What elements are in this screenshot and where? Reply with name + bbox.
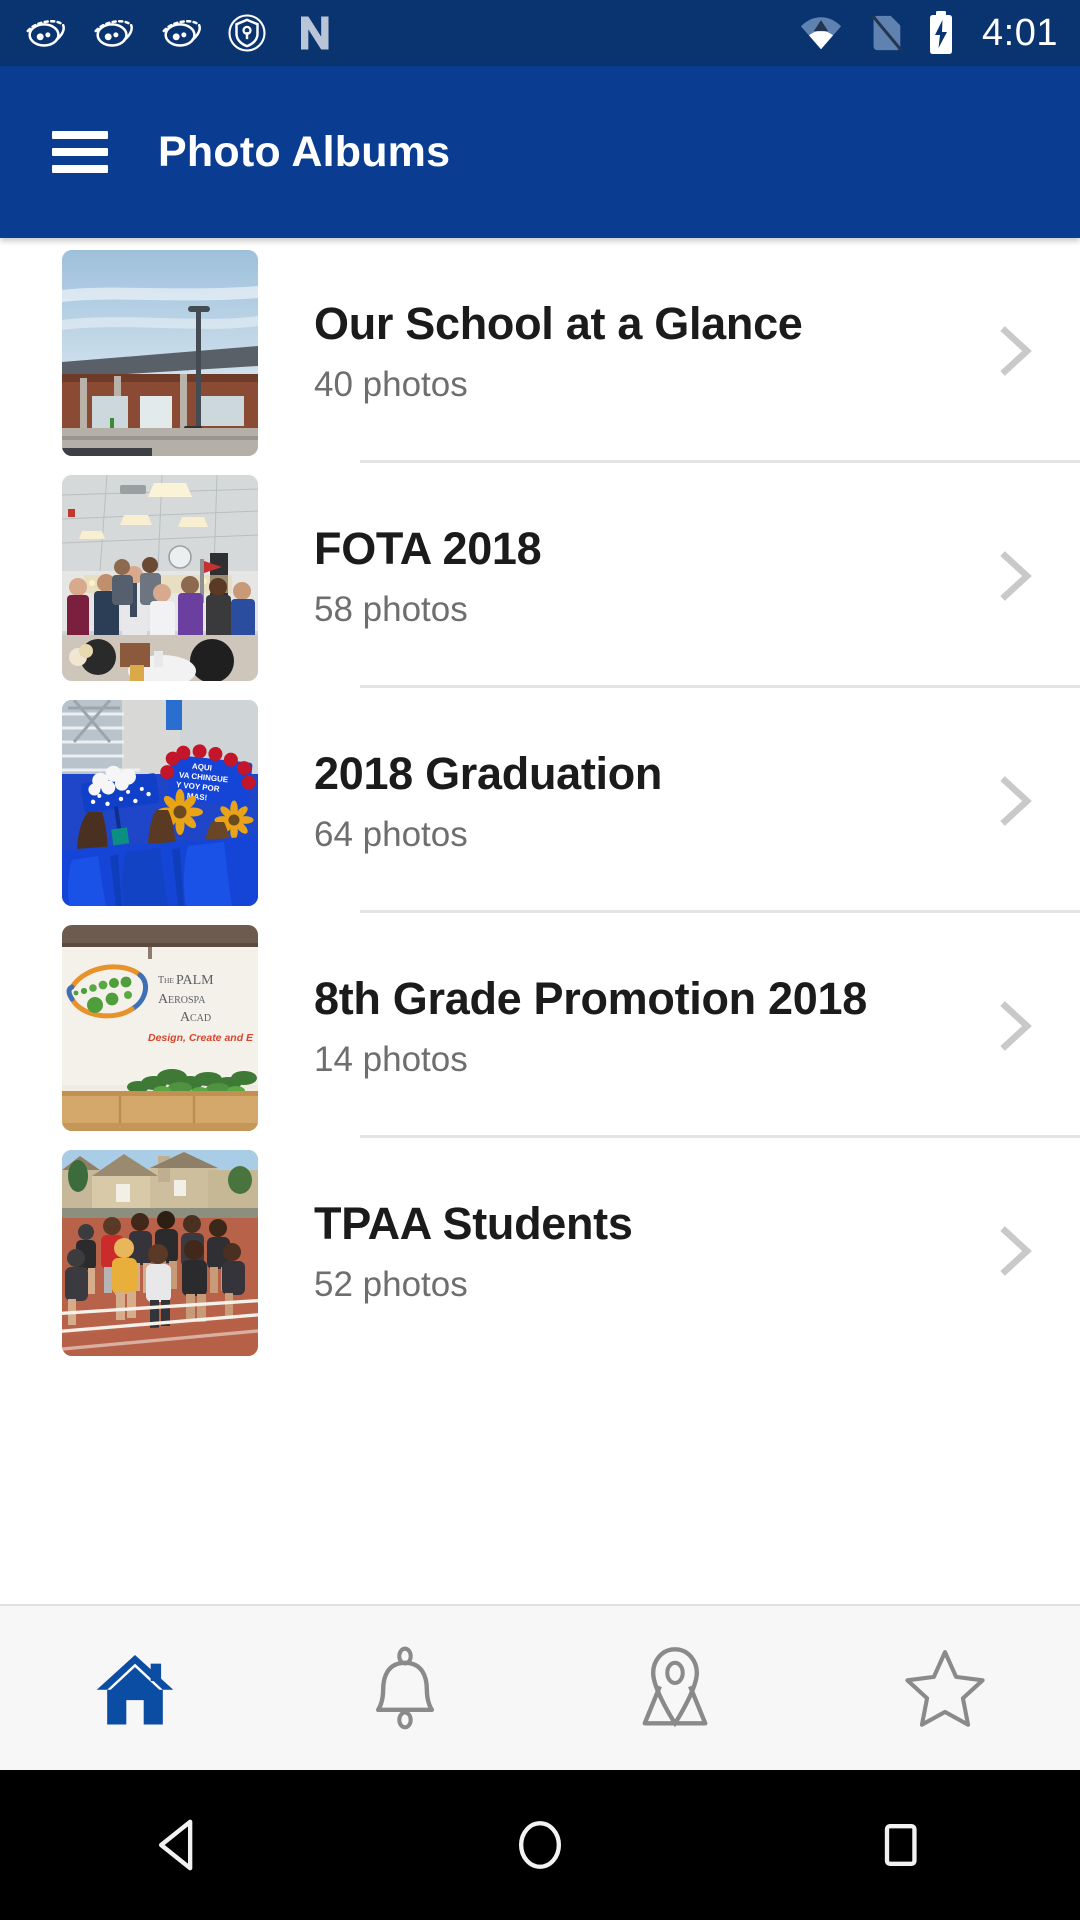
app-header: Photo Albums bbox=[0, 66, 1080, 238]
album-list[interactable]: Our School at a Glance 40 photos FOTA 20… bbox=[0, 238, 1080, 1604]
album-title: FOTA 2018 bbox=[314, 522, 542, 574]
svg-text:HE: HE bbox=[164, 976, 174, 985]
chevron-right-icon[interactable] bbox=[994, 1225, 1038, 1277]
hamburger-bar bbox=[52, 165, 108, 173]
album-list-item[interactable]: Our School at a Glance 40 photos bbox=[0, 238, 1080, 463]
planet-notification-icon bbox=[94, 20, 133, 47]
bottom-tab-bar bbox=[0, 1604, 1080, 1770]
album-photo-count: 40 photos bbox=[314, 365, 468, 405]
album-thumbnail-graduation-caps: AQUI VA CHINGUE Y VOY POR MAS! bbox=[62, 700, 258, 906]
album-photo-count: 52 photos bbox=[314, 1265, 468, 1305]
svg-text:CAD: CAD bbox=[190, 1013, 211, 1024]
square-recents-icon bbox=[884, 1824, 917, 1866]
chevron-right-icon[interactable] bbox=[994, 1000, 1038, 1052]
album-thumbnail-banquet-group bbox=[62, 475, 258, 681]
android-navigation-bar bbox=[0, 1770, 1080, 1920]
planet-notification-icon bbox=[26, 20, 65, 47]
chevron-right-icon[interactable] bbox=[994, 325, 1038, 377]
map-pin-icon bbox=[642, 1647, 708, 1728]
album-row-text: TPAA Students 52 photos bbox=[314, 1138, 1080, 1363]
chevron-right-icon[interactable] bbox=[994, 550, 1038, 602]
star-icon bbox=[905, 1650, 985, 1727]
album-list-item[interactable]: FOTA 2018 58 photos bbox=[0, 463, 1080, 688]
bell-icon bbox=[375, 1646, 435, 1730]
hamburger-bar bbox=[52, 131, 108, 139]
album-thumbnail-school-building bbox=[62, 250, 258, 456]
album-title: 8th Grade Promotion 2018 bbox=[314, 972, 867, 1024]
no-sim-card-icon bbox=[871, 14, 903, 52]
home-tab[interactable] bbox=[0, 1605, 270, 1771]
album-title: 2018 Graduation bbox=[314, 747, 663, 799]
status-bar-clock: 4:01 bbox=[982, 12, 1058, 54]
wifi-icon bbox=[800, 17, 842, 50]
android-home-button[interactable] bbox=[360, 1770, 720, 1920]
album-title: Our School at a Glance bbox=[314, 297, 803, 349]
album-row-text: 2018 Graduation 64 photos bbox=[314, 688, 1080, 913]
android-back-button[interactable] bbox=[0, 1770, 360, 1920]
home-icon bbox=[96, 1654, 174, 1725]
status-bar: 4:01 bbox=[0, 0, 1080, 66]
favorites-tab[interactable] bbox=[810, 1605, 1080, 1771]
album-thumbnail-students-running bbox=[62, 1150, 258, 1356]
album-photo-count: 58 photos bbox=[314, 590, 468, 630]
page-title: Photo Albums bbox=[158, 127, 451, 176]
shield-key-vpn-icon bbox=[228, 14, 266, 52]
album-row-text: Our School at a Glance 40 photos bbox=[314, 238, 1080, 463]
album-thumbnail-aerospace-banner: T HE PALM A EROSPA A CAD Design, Create … bbox=[62, 925, 258, 1131]
notifications-tab[interactable] bbox=[270, 1605, 540, 1771]
svg-text:PALM: PALM bbox=[176, 973, 214, 988]
map-tab[interactable] bbox=[540, 1605, 810, 1771]
status-bar-left-icons bbox=[22, 10, 334, 56]
circle-home-icon bbox=[518, 1821, 562, 1869]
planet-notification-icon bbox=[162, 20, 201, 47]
triangle-back-icon bbox=[158, 1819, 193, 1871]
album-list-item[interactable]: TPAA Students 52 photos bbox=[0, 1138, 1080, 1363]
album-row-text: FOTA 2018 58 photos bbox=[314, 463, 1080, 688]
phone-screen: 4:01 Photo Albums Our School at a Glance… bbox=[0, 0, 1080, 1920]
album-photo-count: 64 photos bbox=[314, 815, 468, 855]
album-title: TPAA Students bbox=[314, 1197, 633, 1249]
battery-charging-icon bbox=[930, 11, 953, 54]
hamburger-bar bbox=[52, 148, 108, 156]
nextdoor-n-logo-icon bbox=[301, 16, 329, 50]
chevron-right-icon[interactable] bbox=[994, 775, 1038, 827]
android-recents-button[interactable] bbox=[720, 1770, 1080, 1920]
album-row-text: 8th Grade Promotion 2018 14 photos bbox=[314, 913, 1080, 1138]
hamburger-menu-icon[interactable] bbox=[52, 131, 108, 173]
album-photo-count: 14 photos bbox=[314, 1040, 468, 1080]
status-bar-right-icons: 4:01 bbox=[798, 9, 1058, 57]
svg-text:Design, Create and E: Design, Create and E bbox=[148, 1032, 254, 1044]
album-list-item[interactable]: AQUI VA CHINGUE Y VOY POR MAS! 2018 Grad… bbox=[0, 688, 1080, 913]
album-list-item[interactable]: T HE PALM A EROSPA A CAD Design, Create … bbox=[0, 913, 1080, 1138]
svg-text:EROSPA: EROSPA bbox=[168, 995, 206, 1006]
